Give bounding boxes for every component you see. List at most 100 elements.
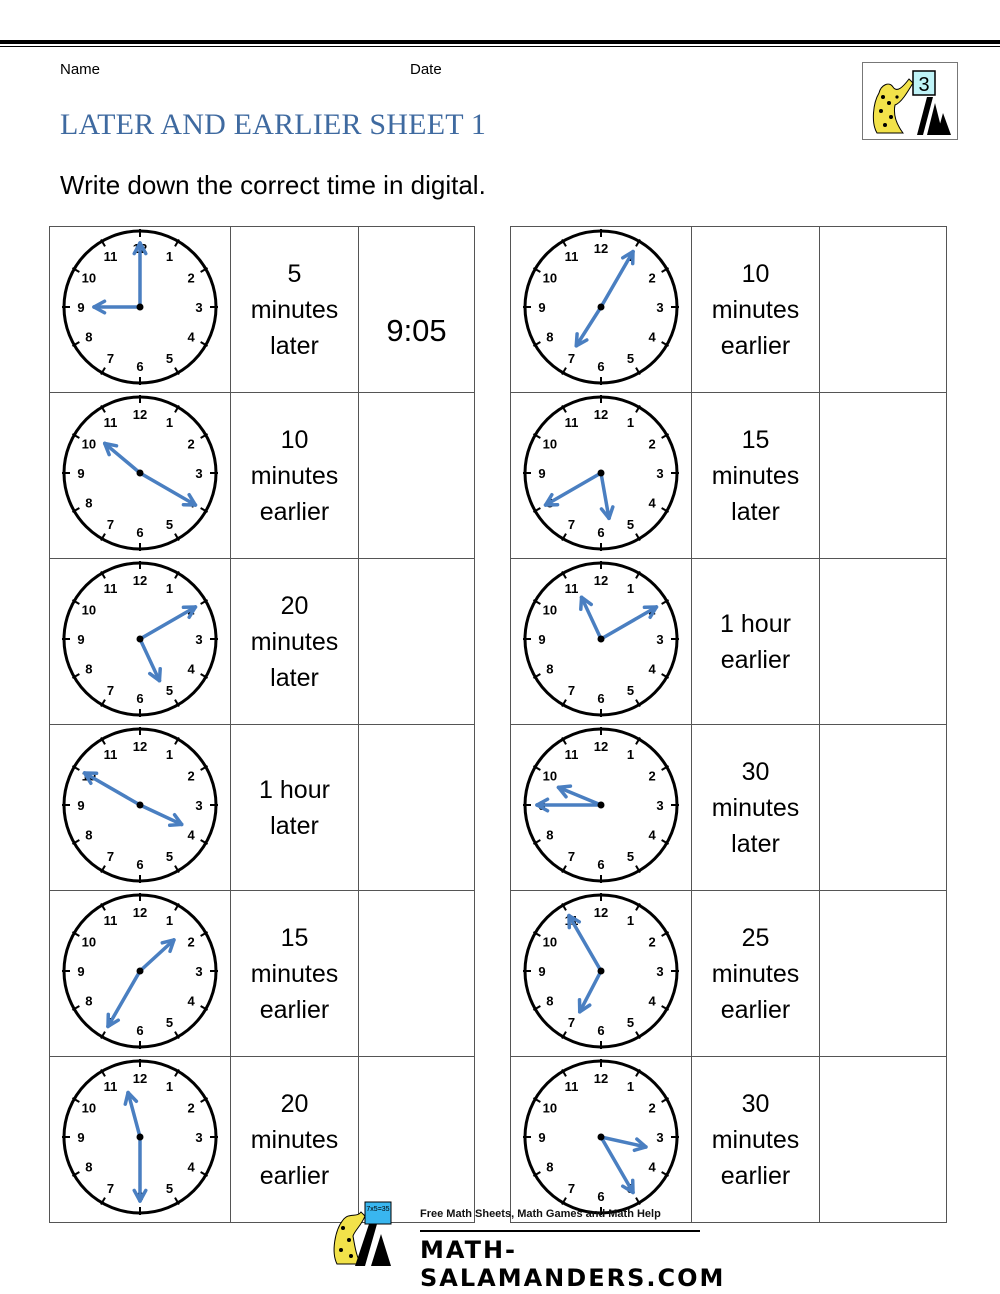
- worksheet-row: 12345678910111225minutesearlier: [510, 890, 947, 1057]
- clock-numeral: 3: [195, 798, 202, 813]
- clock-numeral: 12: [594, 1071, 608, 1086]
- clock-numeral: 12: [594, 739, 608, 754]
- time-offset-text: later: [731, 829, 780, 858]
- clock-cell: 123456789101112: [49, 724, 231, 891]
- clock-numeral: 4: [187, 994, 195, 1009]
- time-offset-text: later: [270, 811, 319, 840]
- time-offset-text: earlier: [720, 645, 791, 674]
- clock-center: [597, 469, 605, 477]
- clock-numeral: 10: [543, 769, 557, 784]
- salamander-footer-icon: 7x5=35: [333, 1201, 392, 1266]
- clock-numeral: 10: [82, 603, 96, 618]
- page-title: LATER AND EARLIER SHEET 1: [60, 108, 487, 141]
- clock-numeral: 11: [104, 913, 118, 928]
- answer-cell[interactable]: [819, 1056, 947, 1223]
- time-offset-text: earlier: [259, 995, 330, 1024]
- analog-clock: 123456789101112: [62, 727, 218, 883]
- clock-center: [597, 801, 605, 809]
- answer-cell[interactable]: [358, 558, 475, 725]
- clock-numeral: 6: [136, 1023, 143, 1038]
- answer-cell[interactable]: [819, 226, 947, 393]
- clock-cell: 123456789101112: [510, 392, 692, 559]
- time-offset-text: earlier: [720, 331, 791, 360]
- time-offset-text: earlier: [720, 995, 791, 1024]
- time-offset-text: 20: [280, 591, 309, 620]
- clock-numeral: 4: [648, 496, 656, 511]
- clock-numeral: 8: [546, 1160, 553, 1175]
- clock-cell: 123456789101112: [49, 558, 231, 725]
- analog-clock: 123456789101112: [62, 229, 218, 385]
- time-offset-cell: 15 minutes later: [691, 392, 820, 559]
- time-offset-text: minutes: [250, 959, 339, 988]
- worksheet-row: 12345678910111220minuteslater: [49, 558, 475, 725]
- time-offset-text: minutes: [250, 461, 339, 490]
- clock-numeral: 10: [543, 603, 557, 618]
- clock-numeral: 1: [627, 1079, 634, 1094]
- clock-numeral: 4: [648, 330, 656, 345]
- time-offset-text: minutes: [711, 1125, 800, 1154]
- answer-cell[interactable]: [358, 724, 475, 891]
- name-label: Name: [60, 61, 101, 78]
- time-offset-text: 5: [287, 259, 302, 288]
- clock-numeral: 11: [565, 249, 579, 264]
- answer-cell[interactable]: [819, 890, 947, 1057]
- answer-cell[interactable]: [819, 558, 947, 725]
- answer-cell[interactable]: [819, 724, 947, 891]
- answer-cell[interactable]: [358, 1056, 475, 1223]
- clock-numeral: 9: [538, 1130, 545, 1145]
- clock-center: [136, 303, 144, 311]
- top-rule-thick: [0, 40, 1000, 44]
- analog-clock: 123456789101112: [523, 727, 679, 883]
- time-offset-text: 1 hour: [720, 609, 791, 638]
- time-offset-cell: 20 minutes later: [230, 558, 359, 725]
- answer-cell[interactable]: [819, 392, 947, 559]
- clock-numeral: 2: [187, 769, 194, 784]
- time-offset-text: 10: [280, 425, 309, 454]
- clock-numeral: 6: [597, 691, 604, 706]
- instructions: Write down the correct time in digital.: [60, 170, 486, 200]
- worksheet-table-left: 123456789101112 5 minutes later 9:05 12345678…: [49, 226, 475, 1223]
- clock-numeral: 4: [187, 330, 195, 345]
- clock-numeral: 11: [104, 581, 118, 596]
- clock-cell: 123456789101112: [510, 724, 692, 891]
- time-offset-text: 30: [741, 1089, 770, 1118]
- clock-numeral: 8: [546, 662, 553, 677]
- answer-text: 9:05: [386, 312, 447, 348]
- clock-numeral: 11: [565, 1079, 579, 1094]
- clock-numeral: 1: [627, 581, 634, 596]
- clock-numeral: 12: [133, 739, 147, 754]
- clock-cell: 123456789101112: [49, 392, 231, 559]
- clock-numeral: 11: [565, 747, 579, 762]
- clock-numeral: 6: [136, 857, 143, 872]
- worksheet-row: 12345678910111220minutesearlier: [49, 1056, 475, 1223]
- time-offset-cell: 10 minutes earlier: [230, 392, 359, 559]
- clock-numeral: 8: [85, 330, 92, 345]
- answer-cell[interactable]: [358, 890, 475, 1057]
- answer-cell[interactable]: 9:05: [358, 226, 475, 393]
- clock-numeral: 6: [597, 1023, 604, 1038]
- worksheet-row: 1234567891011121 hourearlier: [510, 558, 947, 725]
- clock-numeral: 2: [648, 1101, 655, 1116]
- clock-numeral: 2: [648, 935, 655, 950]
- analog-clock: 123456789101112: [523, 561, 679, 717]
- time-offset-text: earlier: [259, 1161, 330, 1190]
- clock-numeral: 8: [546, 330, 553, 345]
- clock-numeral: 3: [195, 300, 202, 315]
- clock-numeral: 8: [85, 496, 92, 511]
- date-label: Date: [410, 61, 442, 78]
- footer-site-link[interactable]: MATH-SALAMANDERS.COM: [420, 1236, 725, 1292]
- clock-center: [597, 1133, 605, 1141]
- board-text: 7x5=35: [366, 1206, 389, 1213]
- clock-cell: 123456789101112: [510, 1056, 692, 1223]
- time-offset-text: earlier: [720, 1161, 791, 1190]
- clock-numeral: 5: [166, 849, 173, 864]
- clock-numeral: 2: [187, 1101, 194, 1116]
- time-offset-text: later: [270, 331, 319, 360]
- answer-cell[interactable]: [358, 392, 475, 559]
- clock-numeral: 10: [543, 1101, 557, 1116]
- clock-numeral: 3: [195, 466, 202, 481]
- clock-numeral: 4: [648, 662, 656, 677]
- clock-numeral: 7: [568, 849, 575, 864]
- worksheet-row: 1234567891011121 hourlater: [49, 724, 475, 891]
- clock-numeral: 10: [82, 935, 96, 950]
